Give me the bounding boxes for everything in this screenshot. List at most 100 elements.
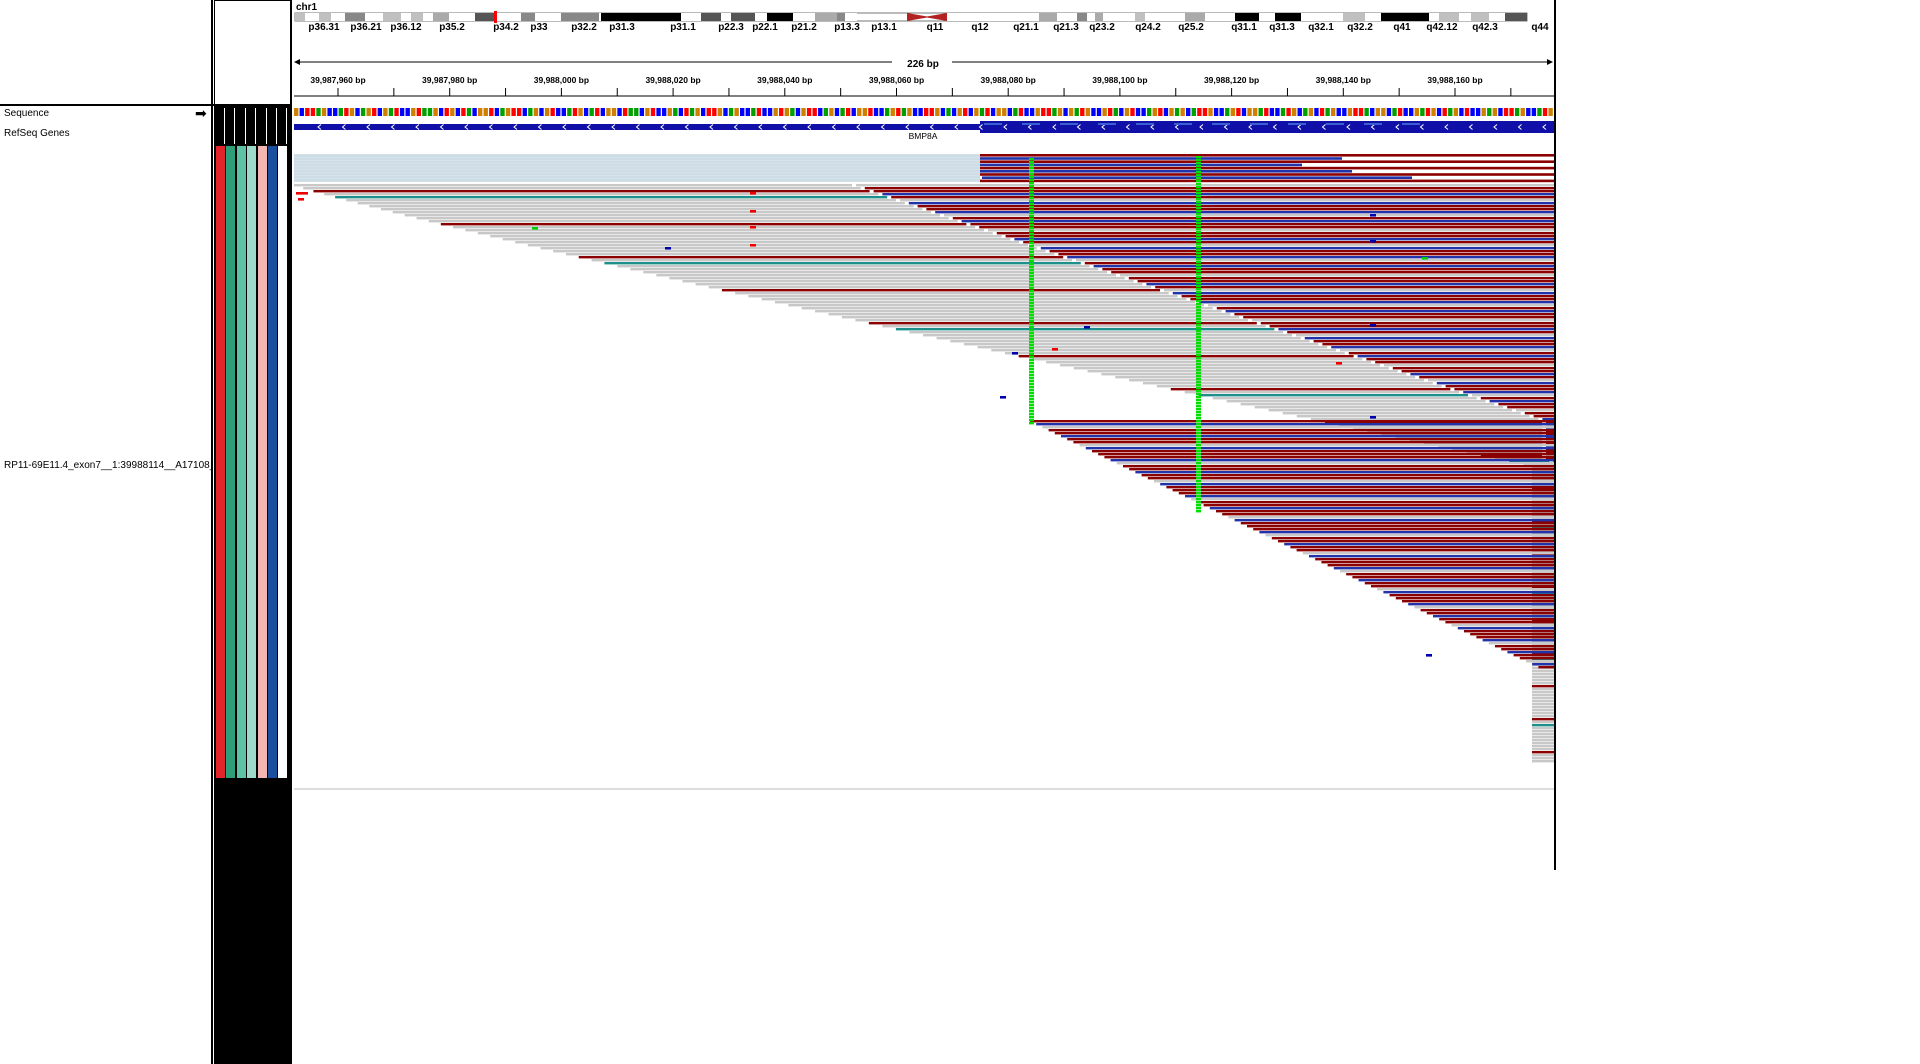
read[interactable] <box>1532 709 1554 712</box>
base-block[interactable] <box>299 108 304 116</box>
read[interactable] <box>1284 543 1554 546</box>
base-block[interactable] <box>1403 108 1408 116</box>
base-block[interactable] <box>517 108 522 116</box>
read[interactable] <box>1532 754 1554 757</box>
base-block[interactable] <box>661 108 667 116</box>
read[interactable] <box>1271 537 1554 540</box>
base-block[interactable] <box>1252 108 1258 116</box>
base-block[interactable] <box>567 108 572 116</box>
base-block[interactable] <box>1202 108 1208 116</box>
base-block[interactable] <box>723 108 728 116</box>
base-block[interactable] <box>1475 108 1481 116</box>
base-block[interactable] <box>338 108 343 116</box>
base-block[interactable] <box>394 108 399 116</box>
read[interactable] <box>1463 391 1554 394</box>
read[interactable] <box>617 265 1090 268</box>
data-panel[interactable]: chr1 p36.31 p36.21 p36.12 p35.2 p34.2 p33 p32.… <box>292 0 1555 1064</box>
base-block[interactable] <box>1208 108 1213 116</box>
read[interactable] <box>1240 522 1554 525</box>
read[interactable] <box>1401 370 1554 373</box>
read[interactable] <box>303 187 861 190</box>
read[interactable] <box>1516 409 1554 412</box>
read[interactable] <box>1532 673 1554 676</box>
base-block[interactable] <box>550 108 555 116</box>
ideogram-band[interactable] <box>1135 13 1145 21</box>
read[interactable] <box>1203 504 1554 507</box>
read[interactable] <box>1304 337 1554 340</box>
base-block[interactable] <box>1503 108 1509 116</box>
base-block[interactable] <box>321 108 327 116</box>
base-block[interactable] <box>717 108 723 116</box>
read[interactable] <box>900 199 1554 202</box>
read[interactable] <box>855 319 1248 322</box>
read[interactable] <box>1489 400 1554 403</box>
ideogram-band[interactable] <box>411 13 423 21</box>
read[interactable] <box>1315 558 1554 561</box>
read[interactable] <box>1154 480 1554 483</box>
name-attr-divider[interactable] <box>211 0 213 1064</box>
ideogram-band[interactable] <box>1343 13 1365 21</box>
read[interactable] <box>1216 510 1554 513</box>
base-block[interactable] <box>500 108 505 116</box>
read[interactable] <box>917 205 1554 208</box>
read[interactable] <box>979 226 1554 229</box>
read[interactable] <box>923 334 1292 337</box>
base-block[interactable] <box>522 108 527 116</box>
base-block[interactable] <box>957 108 962 116</box>
base-block[interactable] <box>879 108 884 116</box>
read[interactable] <box>515 241 1020 244</box>
read[interactable] <box>1532 682 1554 685</box>
base-block[interactable] <box>1330 108 1336 116</box>
read[interactable] <box>1042 426 1554 429</box>
read[interactable] <box>578 256 1064 259</box>
read[interactable] <box>980 163 1302 167</box>
read[interactable] <box>1340 349 1554 352</box>
base-block[interactable] <box>767 108 773 116</box>
read[interactable] <box>1532 730 1554 733</box>
read[interactable] <box>1532 670 1554 673</box>
base-block[interactable] <box>461 108 466 116</box>
base-block[interactable] <box>511 108 516 116</box>
ideogram-band[interactable] <box>561 13 599 21</box>
read[interactable] <box>1532 703 1554 706</box>
ideogram-band[interactable] <box>475 13 495 21</box>
base-block[interactable] <box>706 108 711 116</box>
read[interactable] <box>748 295 1178 298</box>
base-block[interactable] <box>918 108 923 116</box>
read[interactable] <box>801 307 1213 310</box>
base-block[interactable] <box>890 108 895 116</box>
base-block[interactable] <box>1297 108 1302 116</box>
read[interactable] <box>1059 364 1380 367</box>
read[interactable] <box>1209 507 1554 510</box>
base-block[interactable] <box>561 108 566 116</box>
read[interactable] <box>1532 715 1554 718</box>
base-block[interactable] <box>1470 108 1475 116</box>
base-block[interactable] <box>416 108 422 116</box>
ideogram-band[interactable] <box>1505 13 1527 21</box>
read[interactable] <box>1172 489 1554 492</box>
base-block[interactable] <box>427 108 433 116</box>
base-block[interactable] <box>634 108 639 116</box>
read[interactable] <box>815 310 1222 313</box>
read[interactable] <box>324 193 879 196</box>
read[interactable] <box>1254 406 1504 409</box>
read[interactable] <box>1470 633 1554 636</box>
base-block[interactable] <box>851 108 856 116</box>
base-block[interactable] <box>1425 108 1431 116</box>
read[interactable] <box>1392 367 1554 370</box>
base-block[interactable] <box>344 108 349 116</box>
read[interactable] <box>721 289 1160 292</box>
read[interactable] <box>1191 498 1554 501</box>
read[interactable] <box>1084 262 1554 265</box>
read[interactable] <box>669 277 1125 280</box>
base-block[interactable] <box>884 108 890 116</box>
read[interactable] <box>1104 456 1554 459</box>
read[interactable] <box>1532 688 1554 691</box>
base-block[interactable] <box>901 108 907 116</box>
base-block[interactable] <box>1096 108 1102 116</box>
read[interactable] <box>950 340 1310 343</box>
read[interactable] <box>1208 304 1554 307</box>
base-block[interactable] <box>433 108 438 116</box>
read[interactable] <box>1532 742 1554 745</box>
base-block[interactable] <box>1269 108 1275 116</box>
